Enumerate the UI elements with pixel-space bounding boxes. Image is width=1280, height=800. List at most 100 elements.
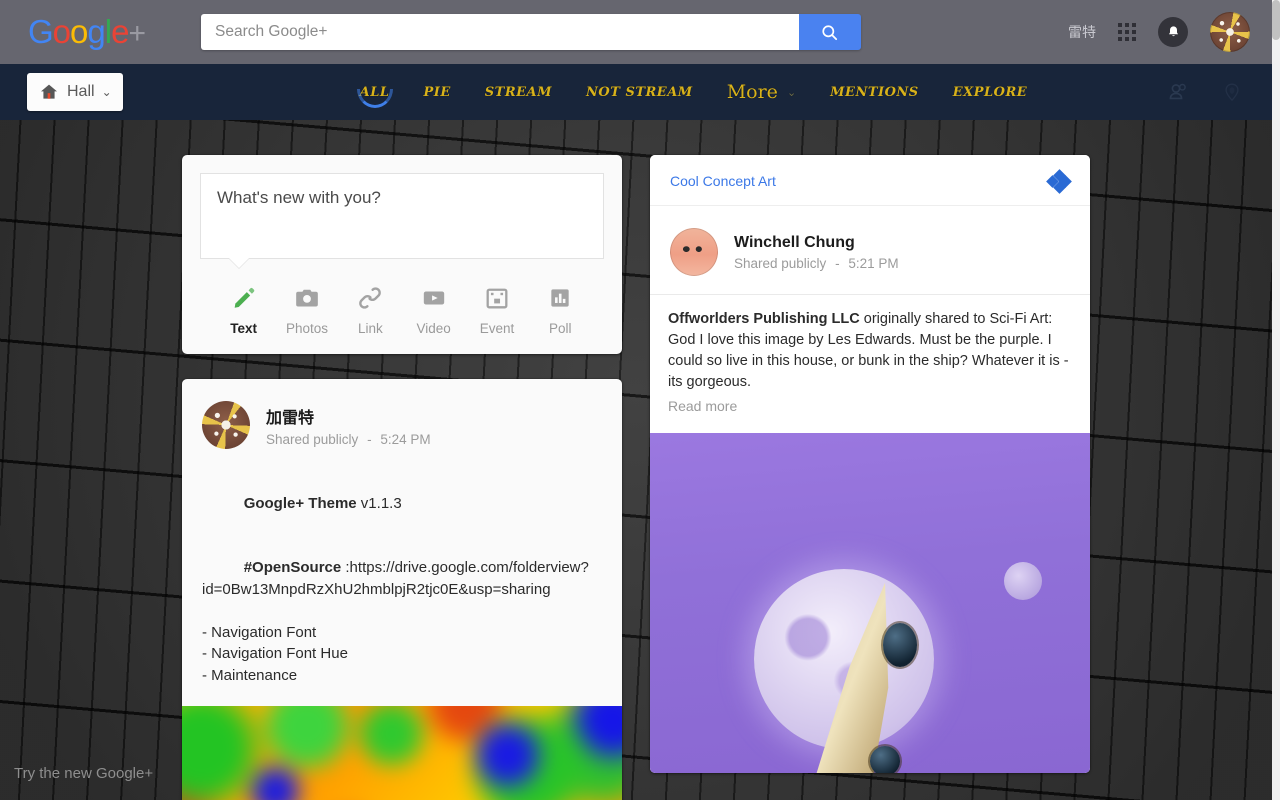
- composer-option-poll[interactable]: Poll: [529, 285, 592, 336]
- home-icon: [41, 84, 57, 99]
- collection-link[interactable]: Cool Concept Art: [670, 173, 776, 189]
- reshare-attribution-rest: originally shared to Sci-Fi Art:: [859, 311, 1053, 327]
- chevron-down-icon: ⌄: [786, 85, 797, 99]
- moon-small: [1004, 562, 1042, 601]
- scrollbar-thumb[interactable]: [1272, 0, 1280, 40]
- home-hall-button[interactable]: Hall ⌄: [27, 73, 123, 111]
- calendar-icon: [486, 288, 508, 309]
- meta-separator: -: [367, 431, 372, 447]
- post-line-5: - Maintenance: [202, 666, 298, 684]
- top-bar: Google+ 雷特: [0, 0, 1272, 64]
- right-column: Cool Concept Art Winchell Chung Shared p…: [650, 120, 1090, 800]
- post-image-scifi[interactable]: [650, 433, 1090, 773]
- video-icon: [423, 291, 444, 305]
- logo-plus: +: [128, 17, 146, 50]
- account-name-label[interactable]: 雷特: [1068, 22, 1096, 42]
- account-avatar[interactable]: [1210, 12, 1250, 52]
- composer-option-photos-label: Photos: [285, 321, 328, 336]
- tab-all[interactable]: ALL: [343, 64, 407, 120]
- heatmap-noise: [182, 706, 622, 800]
- post-line-1-rest: v1.1.3: [356, 494, 402, 512]
- bell-icon: [1168, 26, 1178, 37]
- post-hashtag[interactable]: #OpenSource: [244, 559, 342, 576]
- composer-option-text-label: Text: [230, 321, 258, 336]
- post-header: Winchell Chung Shared publicly - 5:21 PM: [650, 206, 1090, 294]
- post-line-2: #OpenSource :https://drive.google.com/fo…: [202, 536, 602, 622]
- tab-explore-label: EXPLORE: [952, 84, 1028, 100]
- tab-more-label: More: [726, 81, 778, 103]
- tab-mentions-label: MENTIONS: [830, 84, 919, 100]
- tab-pie-label: PIE: [423, 84, 451, 100]
- stream-columns: What's new with you? Text Photos Link Vi…: [0, 120, 1272, 800]
- nav-right-icons: [1166, 80, 1242, 104]
- composer-option-poll-label: Poll: [549, 321, 572, 336]
- search-bar[interactable]: [200, 14, 861, 50]
- composer-textbox[interactable]: What's new with you?: [200, 173, 604, 259]
- composer-option-text[interactable]: Text: [212, 285, 275, 336]
- top-bar-right: 雷特: [1068, 12, 1250, 52]
- post-image-heatmap[interactable]: G+: [182, 706, 622, 800]
- search-input[interactable]: [200, 14, 799, 50]
- composer-option-link[interactable]: Link: [339, 285, 402, 336]
- post-line-1-bold: Google+ Theme: [243, 494, 357, 512]
- google-plus-logo[interactable]: Google+: [28, 15, 146, 50]
- post-author-name[interactable]: Winchell Chung: [734, 234, 899, 252]
- post-header: 加雷特 Shared publicly - 5:24 PM: [182, 379, 622, 467]
- search-button[interactable]: [798, 14, 861, 50]
- post-author-name[interactable]: 加雷特: [266, 404, 431, 428]
- hall-label: Hall: [67, 83, 95, 100]
- page-scrollbar[interactable]: [1272, 0, 1280, 800]
- left-column: What's new with you? Text Photos Link Vi…: [182, 120, 622, 800]
- composer-option-event-label: Event: [479, 321, 515, 336]
- read-more-link[interactable]: Read more: [668, 396, 1072, 417]
- avatar[interactable]: [670, 228, 718, 276]
- post-line-3: - Navigation Font: [202, 623, 317, 641]
- post-card-right: Cool Concept Art Winchell Chung Shared p…: [650, 155, 1090, 773]
- post-meta: Shared publicly - 5:24 PM: [266, 432, 431, 447]
- bar-chart-icon: [551, 289, 569, 307]
- shared-post-inner: Winchell Chung Shared publicly - 5:21 PM…: [650, 205, 1090, 773]
- nav-tabs: ALL PIE STREAM NOT STREAM More ⌄ MENTION…: [343, 64, 1045, 120]
- post-visibility: Shared publicly: [266, 431, 359, 447]
- composer-options: Text Photos Link Video Event Poll: [200, 285, 604, 336]
- notifications-button[interactable]: [1158, 17, 1188, 47]
- composer-option-link-label: Link: [357, 321, 383, 336]
- tab-not-stream[interactable]: NOT STREAM: [569, 64, 710, 120]
- pencil-icon: [234, 287, 254, 308]
- post-card-left: 加雷特 Shared publicly - 5:24 PM Google+ Th…: [182, 379, 622, 800]
- composer-option-event[interactable]: Event: [465, 285, 528, 336]
- camera-icon: [296, 289, 318, 307]
- tab-stream-label: STREAM: [484, 84, 553, 100]
- tab-more[interactable]: More ⌄: [710, 64, 813, 120]
- composer-placeholder: What's new with you?: [217, 188, 381, 207]
- post-body: Google+ Theme v1.1.3 #OpenSource :https:…: [182, 467, 622, 706]
- avatar[interactable]: [202, 401, 250, 449]
- collection-header: Cool Concept Art: [650, 155, 1090, 205]
- post-visibility: Shared publicly: [734, 255, 827, 271]
- meta-separator: -: [835, 255, 840, 271]
- post-composer: What's new with you? Text Photos Link Vi…: [182, 155, 622, 354]
- tab-all-label: ALL: [359, 84, 390, 100]
- post-line-4: - Navigation Font Hue: [202, 645, 348, 662]
- post-line-1: Google+ Theme v1.1.3: [202, 471, 602, 536]
- apps-grid-icon[interactable]: [1118, 23, 1136, 41]
- post-time: 5:24 PM: [380, 431, 431, 447]
- tab-mentions[interactable]: MENTIONS: [813, 64, 936, 120]
- reshare-author[interactable]: Offworlders Publishing LLC: [668, 311, 860, 327]
- location-pin-icon[interactable]: [1222, 80, 1242, 104]
- composer-option-video-label: Video: [416, 321, 451, 336]
- reshare-attribution: Offworlders Publishing LLC originally sh…: [668, 309, 1072, 330]
- tab-not-stream-label: NOT STREAM: [586, 84, 693, 100]
- reshare-text: God I love this image by Les Edwards. Mu…: [668, 332, 1069, 390]
- ship-porthole-lower: [870, 745, 900, 773]
- people-icon[interactable]: [1166, 80, 1192, 104]
- tab-stream[interactable]: STREAM: [468, 64, 569, 120]
- link-icon: [359, 287, 382, 309]
- try-new-google-plus-link[interactable]: Try the new Google+: [14, 765, 153, 782]
- tab-pie[interactable]: PIE: [407, 64, 468, 120]
- chevron-down-icon: ⌄: [101, 85, 112, 99]
- tab-explore[interactable]: EXPLORE: [936, 64, 1044, 120]
- composer-option-video[interactable]: Video: [402, 285, 465, 336]
- diamond-cluster-icon[interactable]: [1046, 169, 1072, 194]
- composer-option-photos[interactable]: Photos: [275, 285, 338, 336]
